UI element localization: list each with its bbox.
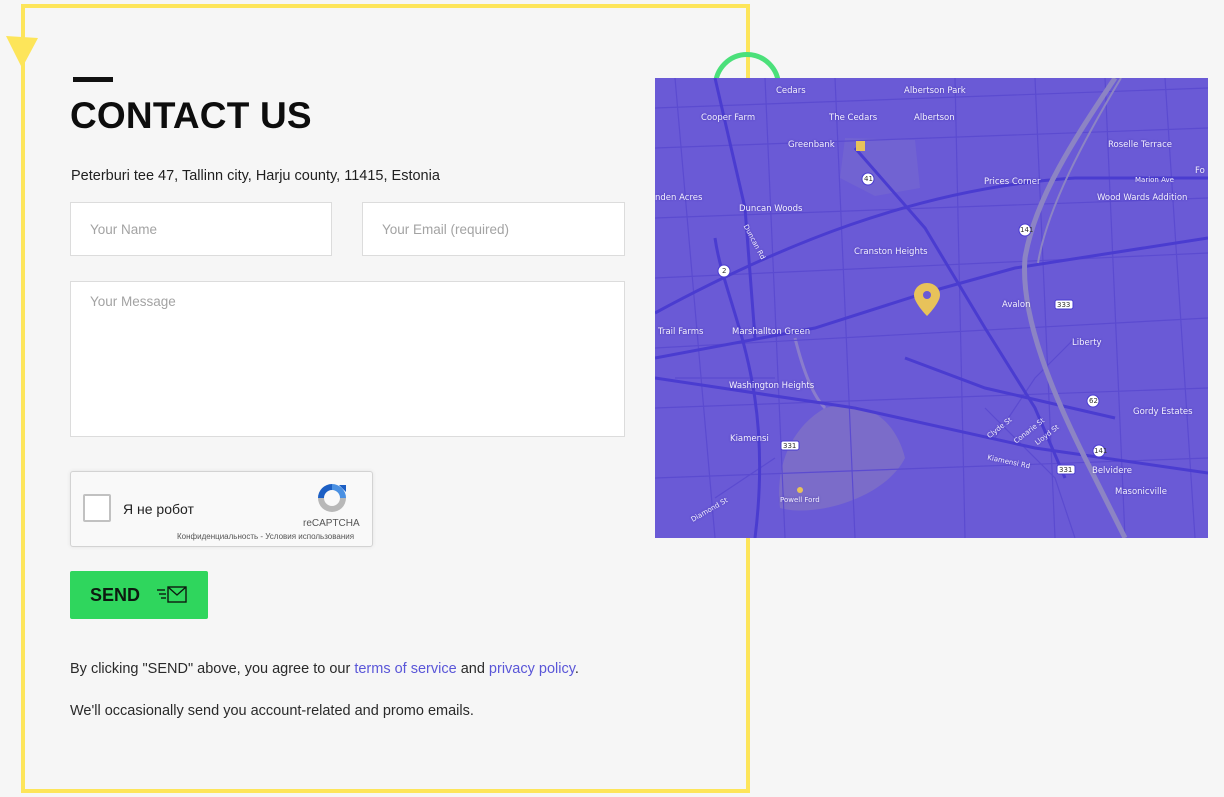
terms-notice: By clicking "SEND" above, you agree to o… xyxy=(70,661,579,677)
send-button[interactable]: SEND xyxy=(70,571,208,619)
captcha-checkbox[interactable] xyxy=(83,494,111,522)
map-label-liberty: Liberty xyxy=(1072,338,1102,348)
map-label-belvidere: Belvidere xyxy=(1092,466,1132,476)
map-label-roselle-terrace: Roselle Terrace xyxy=(1108,140,1172,150)
email-input[interactable] xyxy=(362,202,625,256)
terms-suffix: . xyxy=(574,661,579,677)
map-label-the-cedars: The Cedars xyxy=(829,113,878,123)
name-input[interactable] xyxy=(70,202,332,256)
map-label-trail-farms: Trail Farms xyxy=(658,327,704,337)
terms-of-service-link[interactable]: terms of service xyxy=(354,661,456,677)
map-label-washington-heights: Washington Heights xyxy=(729,381,815,391)
route-333-shield: 333 xyxy=(1057,301,1071,309)
route-331-shield: 331 xyxy=(783,442,797,450)
map-label-duncan-woods: Duncan Woods xyxy=(739,204,803,214)
map-label-albertson: Albertson xyxy=(914,113,955,123)
envelope-icon xyxy=(157,586,187,603)
map-label-albertson-park: Albertson Park xyxy=(904,86,966,96)
page-title: CONTACT US xyxy=(70,95,312,136)
map-label-cooper-farm: Cooper Farm xyxy=(701,113,756,123)
map-label-prices-corner: Prices Corner xyxy=(984,177,1041,187)
route-141-shield-a: 141 xyxy=(1020,226,1034,234)
contact-address: Peterburi tee 47, Tallinn city, Harju co… xyxy=(71,168,440,184)
recaptcha-logo-icon xyxy=(318,484,346,512)
map-label-wood-wards-addition: Wood Wards Addition xyxy=(1097,193,1188,203)
route-2-shield: 2 xyxy=(722,267,727,275)
map-label-masonicville: Masonicville xyxy=(1115,487,1167,497)
map-label-gordy-estates: Gordy Estates xyxy=(1133,407,1193,417)
privacy-policy-link[interactable]: privacy policy xyxy=(489,661,575,677)
map-label-greenbank: Greenbank xyxy=(788,140,835,150)
recaptcha-widget: Я не робот reCAPTCHA Конфиденциальность … xyxy=(70,471,373,547)
captcha-links[interactable]: Конфиденциальность - Условия использован… xyxy=(177,532,354,541)
route-331-shield-b: 331 xyxy=(1059,466,1073,474)
map-label-kiamensi: Kiamensi xyxy=(730,434,769,444)
triangle-arrow-icon xyxy=(6,36,38,68)
map-label-marshallton-green: Marshallton Green xyxy=(732,327,811,337)
message-textarea[interactable] xyxy=(70,281,625,437)
captcha-label: Я не робот xyxy=(123,501,194,517)
map-label-avalon: Avalon xyxy=(1002,300,1031,310)
map-label-linden-acres: nden Acres xyxy=(655,193,703,203)
send-button-label: SEND xyxy=(90,585,141,605)
terms-middle: and xyxy=(456,661,489,677)
location-map[interactable]: Cedars Albertson Park Cooper Farm The Ce… xyxy=(655,78,1208,538)
title-accent-bar xyxy=(73,77,113,82)
promo-notice: We'll occasionally send you account-rela… xyxy=(70,703,474,719)
map-label-marion-ave: Marion Ave xyxy=(1135,176,1174,184)
terms-prefix: By clicking "SEND" above, you agree to o… xyxy=(70,661,355,677)
map-label-cedars: Cedars xyxy=(776,86,806,96)
captcha-brand: reCAPTCHA xyxy=(303,518,360,529)
route-62-shield: 62 xyxy=(1089,397,1098,405)
map-label-powell-ford: Powell Ford xyxy=(780,496,820,504)
map-label-fo: Fo xyxy=(1195,166,1205,176)
route-41-shield: 41 xyxy=(864,175,873,183)
route-141-shield-b: 141 xyxy=(1094,447,1108,455)
map-label-cranston-heights: Cranston Heights xyxy=(854,247,928,257)
